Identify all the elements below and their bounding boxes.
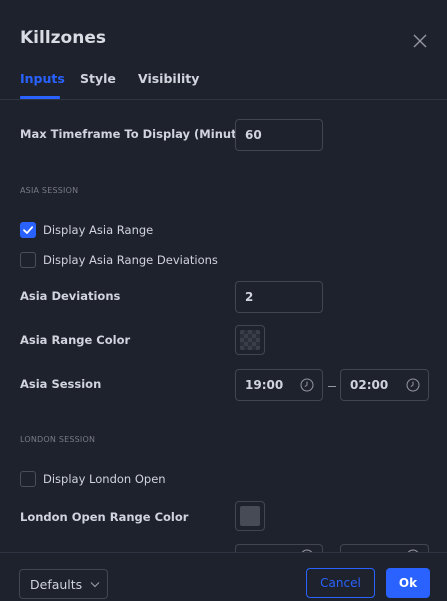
color-preview: [240, 330, 260, 350]
partial-time-input[interactable]: [340, 544, 429, 552]
tab-visibility[interactable]: Visibility: [138, 71, 199, 86]
asia-range-color-swatch[interactable]: [235, 325, 265, 355]
asia-session-end-value: 02:00: [350, 378, 389, 392]
asia-session-end-input[interactable]: 02:00: [340, 369, 429, 401]
asia-session-start-value: 19:00: [245, 378, 284, 392]
asia-deviations-input[interactable]: 2: [235, 281, 323, 313]
color-preview: [240, 506, 260, 526]
close-icon[interactable]: [410, 31, 430, 51]
cancel-button[interactable]: Cancel: [306, 568, 375, 598]
display-asia-range-checkbox[interactable]: [20, 222, 36, 238]
asia-session-label: Asia Session: [20, 377, 102, 391]
display-london-open-label[interactable]: Display London Open: [43, 472, 166, 486]
indicator-settings-dialog: Killzones Inputs Style Visibility Max Ti…: [0, 0, 447, 601]
asia-range-color-label: Asia Range Color: [20, 333, 131, 347]
tab-style[interactable]: Style: [80, 71, 116, 86]
display-asia-range-deviations-checkbox[interactable]: [20, 252, 36, 268]
clock-icon[interactable]: [300, 378, 314, 392]
max-timeframe-label: Max Timeframe To Display (Minutes): [20, 127, 257, 141]
tab-divider: [0, 99, 447, 100]
asia-session-start-input[interactable]: 19:00: [235, 369, 323, 401]
display-asia-range-deviations-label[interactable]: Display Asia Range Deviations: [43, 253, 218, 267]
london-open-range-color-swatch[interactable]: [235, 501, 265, 531]
london-open-range-color-label: London Open Range Color: [20, 510, 189, 524]
asia-deviations-label: Asia Deviations: [20, 289, 121, 303]
max-timeframe-input[interactable]: 60: [235, 119, 323, 151]
checkmark-icon: [23, 226, 34, 234]
tab-inputs[interactable]: Inputs: [20, 71, 65, 86]
footer-divider: [0, 552, 447, 553]
defaults-label: Defaults: [30, 577, 83, 592]
asia-session-section-header: ASIA SESSION: [20, 186, 79, 195]
dialog-title: Killzones: [20, 28, 106, 48]
chevron-down-icon: [90, 582, 100, 588]
clock-icon[interactable]: [406, 378, 420, 392]
london-session-section-header: LONDON SESSION: [20, 435, 96, 444]
ok-button[interactable]: Ok: [386, 568, 430, 598]
display-london-open-checkbox[interactable]: [20, 471, 36, 487]
defaults-dropdown[interactable]: Defaults: [19, 569, 108, 599]
time-range-separator: [328, 386, 336, 387]
partial-time-input[interactable]: [235, 544, 323, 552]
display-asia-range-label[interactable]: Display Asia Range: [43, 223, 153, 237]
